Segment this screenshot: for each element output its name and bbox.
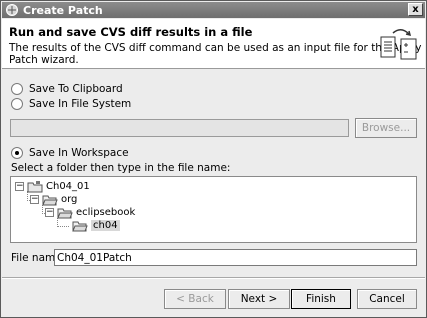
tree-item-label: Ch04_01	[46, 181, 90, 192]
clipboard-radio[interactable]	[11, 83, 23, 95]
clipboard-label: Save To Clipboard	[29, 83, 123, 95]
file-name-input[interactable]	[54, 249, 417, 266]
finish-button[interactable]: Finish	[291, 289, 351, 309]
folder-open-icon	[42, 195, 58, 205]
collapse-icon[interactable]: −	[30, 195, 39, 204]
tree-item-label: org	[61, 194, 78, 205]
tree-item-label: ch04	[91, 220, 120, 231]
filesystem-radio[interactable]	[11, 98, 23, 110]
patch-wizard-icon	[380, 29, 417, 60]
back-button[interactable]: < Back	[164, 289, 226, 309]
project-folder-icon	[27, 180, 43, 192]
header-title: Run and save CVS diff results in a file	[9, 25, 253, 39]
tree-item-selected[interactable]: ch04	[72, 219, 120, 232]
tree-item[interactable]: − eclipsebook	[45, 206, 135, 219]
folder-prompt: Select a folder then type in the file na…	[11, 162, 231, 174]
tree-item[interactable]: − Ch04_01	[15, 180, 90, 193]
folder-open-icon	[72, 221, 88, 231]
folder-tree[interactable]: − Ch04_01 − org − eclipsebook ch04	[10, 176, 417, 243]
eclipse-icon	[6, 4, 18, 16]
button-separator	[2, 277, 425, 279]
save-to-clipboard-option[interactable]: Save To Clipboard	[11, 83, 123, 95]
window-title: Create Patch	[23, 3, 103, 17]
filesystem-path-input[interactable]	[10, 119, 349, 137]
next-button[interactable]: Next >	[228, 289, 290, 309]
workspace-label: Save In Workspace	[29, 147, 129, 159]
title-bar: Create Patch x	[2, 2, 425, 18]
workspace-radio[interactable]	[11, 147, 23, 159]
cancel-button[interactable]: Cancel	[357, 289, 417, 309]
save-in-filesystem-option[interactable]: Save In File System	[11, 98, 131, 110]
close-button[interactable]: x	[408, 3, 423, 16]
create-patch-dialog: Create Patch x Run and save CVS diff res…	[0, 0, 427, 318]
collapse-icon[interactable]: −	[45, 208, 54, 217]
folder-open-icon	[57, 208, 73, 218]
tree-item-label: eclipsebook	[76, 207, 136, 218]
wizard-header: Run and save CVS diff results in a file …	[2, 19, 425, 69]
browse-button[interactable]: Browse...	[355, 118, 417, 138]
filesystem-label: Save In File System	[29, 98, 132, 110]
tree-item[interactable]: − org	[30, 193, 77, 206]
save-in-workspace-option[interactable]: Save In Workspace	[11, 147, 129, 159]
collapse-icon[interactable]: −	[15, 182, 24, 191]
header-description: The results of the CVS diff command can …	[9, 42, 422, 66]
